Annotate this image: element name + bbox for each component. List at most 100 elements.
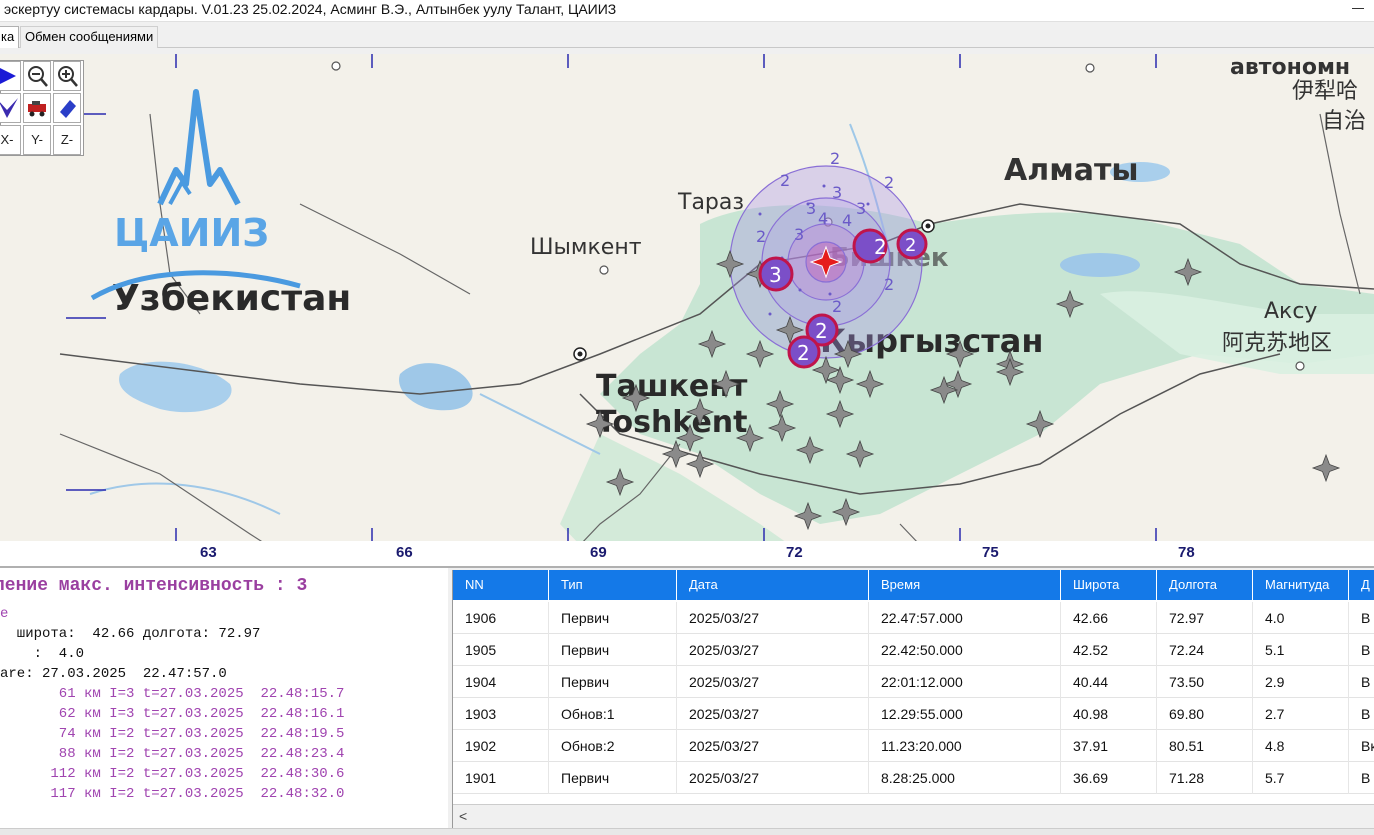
table-row[interactable]: 1901 Первич 2025/03/27 8.28:25.000 36.69 71.2… [453, 762, 1374, 794]
svg-text:2: 2 [797, 341, 810, 365]
cell-lon: 71.28 [1157, 762, 1253, 794]
x-tick: 66 [396, 544, 413, 561]
label-toshkent: Toshkent [596, 405, 748, 440]
cell-lat: 40.44 [1061, 666, 1157, 698]
column-header-nn[interactable]: NN [453, 570, 549, 600]
cell-extra: В [1349, 602, 1374, 634]
map-toolbar: X- Y- Z- [0, 60, 84, 156]
info-datetime: are: 27.03.2025 22.47:57.0 [0, 666, 227, 682]
tab-bar: ка Обмен сообщениями [0, 24, 1374, 48]
cell-magnitude: 4.0 [1253, 602, 1349, 634]
tab-messages[interactable]: Обмен сообщениями [20, 26, 159, 48]
column-header-lat[interactable]: Широта [1061, 570, 1157, 600]
title-bar: эскертуу системасы кардары. V.01.23 25.0… [0, 0, 1374, 22]
map-view[interactable]: Узбекистан Шымкент Тараз Алматы Бишкек К… [0, 54, 1374, 566]
label-almaty: Алматы [1004, 153, 1138, 188]
column-header-type[interactable]: Тип [549, 570, 677, 600]
svg-text:2: 2 [815, 319, 828, 343]
vehicle-icon[interactable] [23, 93, 51, 123]
svg-text:2: 2 [884, 275, 894, 294]
cell-type: Первич [549, 666, 677, 698]
event-marker: 2 [787, 335, 821, 369]
cell-date: 2025/03/27 [677, 698, 869, 730]
cell-lat: 40.98 [1061, 698, 1157, 730]
tab-map[interactable]: ка [0, 26, 20, 48]
svg-text:2: 2 [884, 173, 894, 192]
cell-extra: Вк [1349, 730, 1374, 762]
cell-nn: 1904 [453, 666, 549, 698]
x-tick: 75 [982, 544, 999, 561]
svg-text:2: 2 [780, 171, 790, 190]
label-ili-cn: 伊犁哈 [1292, 79, 1358, 104]
label-shymkent: Шымкент [530, 235, 642, 260]
x-tick: 63 [200, 544, 217, 561]
svg-text:3: 3 [794, 225, 804, 244]
station-line: 74 км I=2 t=27.03.2025 22.48:19.5 [0, 726, 345, 742]
cell-extra: В [1349, 698, 1374, 730]
cell-time: 22:01:12.000 [869, 666, 1061, 698]
info-coordinates: широта: 42.66 долгота: 72.97 [0, 626, 261, 642]
svg-text:3: 3 [806, 199, 816, 218]
x-tick: 78 [1178, 544, 1195, 561]
play-arrow-icon[interactable] [0, 61, 21, 91]
column-header-magnitude[interactable]: Магнитуда [1253, 570, 1349, 600]
z-minus-button[interactable]: Z- [53, 125, 81, 155]
cell-extra: В [1349, 634, 1374, 666]
status-bar [0, 828, 1374, 835]
cell-date: 2025/03/27 [677, 762, 869, 794]
event-marker: 2 [852, 228, 888, 264]
table-header: NN Тип Дата Время Широта Долгота Магниту… [453, 570, 1374, 600]
cell-date: 2025/03/27 [677, 666, 869, 698]
cell-extra: В [1349, 666, 1374, 698]
cell-date: 2025/03/27 [677, 730, 869, 762]
cell-time: 22.42:50.000 [869, 634, 1061, 666]
cell-time: 11.23:20.000 [869, 730, 1061, 762]
svg-text:2: 2 [874, 235, 887, 259]
column-header-time[interactable]: Время [869, 570, 1061, 600]
station-line: 112 км I=2 t=27.03.2025 22.48:30.6 [0, 766, 345, 782]
info-magnitude: : 4.0 [0, 646, 85, 662]
cell-nn: 1905 [453, 634, 549, 666]
cell-time: 22.47:57.000 [869, 602, 1061, 634]
horizontal-scrollbar[interactable]: < [453, 804, 1374, 828]
map-canvas[interactable]: Узбекистан Шымкент Тараз Алматы Бишкек К… [0, 54, 1374, 566]
cell-nn: 1906 [453, 602, 549, 634]
eraser-icon[interactable] [53, 93, 81, 123]
zoom-in-icon[interactable] [53, 61, 81, 91]
column-header-date[interactable]: Дата [677, 570, 869, 600]
cell-nn: 1901 [453, 762, 549, 794]
svg-text:3: 3 [856, 199, 866, 218]
cell-type: Первич [549, 762, 677, 794]
cell-lat: 42.52 [1061, 634, 1157, 666]
column-header-extra[interactable]: Д [1349, 570, 1374, 600]
y-minus-button[interactable]: Y- [23, 125, 51, 155]
column-header-lon[interactable]: Долгота [1157, 570, 1253, 600]
svg-text:2: 2 [832, 297, 842, 316]
station-line: 117 км I=2 t=27.03.2025 22.48:32.0 [0, 786, 345, 802]
cell-magnitude: 4.8 [1253, 730, 1349, 762]
label-taraz: Тараз [677, 190, 744, 215]
table-row[interactable]: 1902 Обнов:2 2025/03/27 11.23:20.000 37.91 80… [453, 730, 1374, 762]
table-row[interactable]: 1903 Обнов:1 2025/03/27 12.29:55.000 40.98 69… [453, 698, 1374, 730]
app-window: эскертуу системасы кардары. V.01.23 25.0… [0, 0, 1374, 835]
cell-magnitude: 5.7 [1253, 762, 1349, 794]
cell-type: Обнов:1 [549, 698, 677, 730]
svg-text:2: 2 [756, 227, 766, 246]
pointer-check-icon[interactable] [0, 93, 21, 123]
x-minus-button[interactable]: X- [0, 125, 21, 155]
bottom-panel: ление макс. интенсивность : 3 е широта: … [0, 566, 1374, 830]
event-marker: 2 [896, 228, 928, 260]
longitude-axis: 63 66 69 72 75 78 [0, 541, 1374, 566]
cell-lat: 42.66 [1061, 602, 1157, 634]
table-row[interactable]: 1905 Первич 2025/03/27 22.42:50.000 42.52 72.… [453, 634, 1374, 666]
cell-lon: 80.51 [1157, 730, 1253, 762]
table-row[interactable]: 1904 Первич 2025/03/27 22:01:12.000 40.44 73.… [453, 666, 1374, 698]
scroll-left-button[interactable]: < [459, 808, 467, 824]
minimize-button[interactable] [1352, 8, 1364, 9]
zoom-out-icon[interactable] [23, 61, 51, 91]
station-line: 88 км I=2 t=27.03.2025 22.48:23.4 [0, 746, 345, 762]
svg-text:3: 3 [769, 263, 782, 287]
table-row[interactable]: 1906 Первич 2025/03/27 22.47:57.000 42.66 72.… [453, 602, 1374, 634]
cell-lon: 69.80 [1157, 698, 1253, 730]
cell-date: 2025/03/27 [677, 634, 869, 666]
